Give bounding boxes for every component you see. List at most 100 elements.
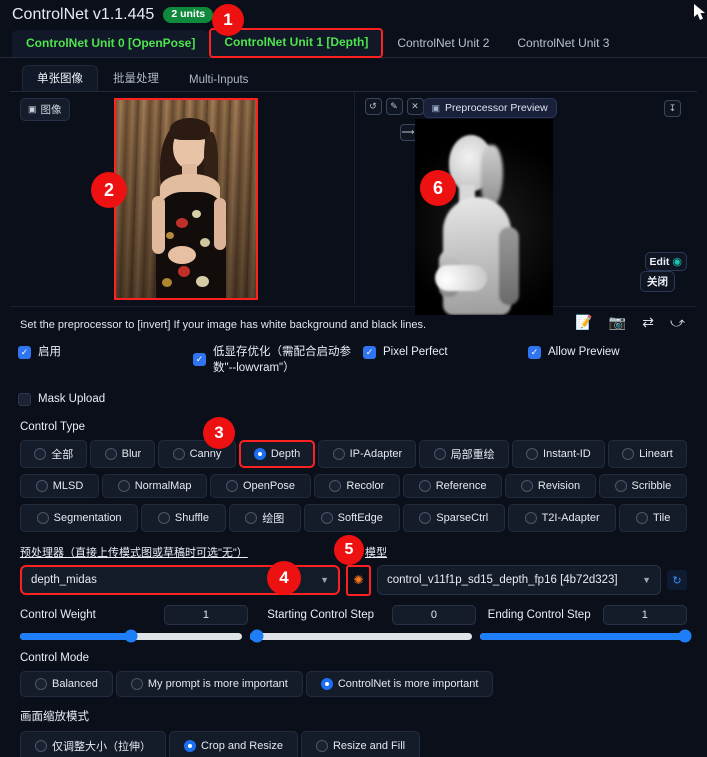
allow-preview-checkbox[interactable]: ✓: [528, 346, 541, 359]
control-type-normalmap-label: NormalMap: [134, 479, 192, 492]
edit-pen-icon: ◉: [672, 256, 682, 268]
tab-multi-inputs[interactable]: Multi-Inputs: [174, 69, 263, 91]
resize-mode-label: 画面缩放模式: [20, 710, 89, 723]
control-type-revision[interactable]: Revision: [505, 473, 596, 498]
mask-upload-checkbox[interactable]: [18, 393, 31, 407]
close-preview-button[interactable]: 关闭: [640, 271, 675, 292]
control-type-lineart[interactable]: Lineart: [607, 439, 688, 468]
tab-single-image[interactable]: 单张图像: [22, 65, 98, 91]
input-image-pane: ▣ 图像: [10, 92, 354, 304]
units-badge: 2 units: [163, 7, 214, 23]
control-type-mlsd[interactable]: MLSD: [20, 473, 99, 498]
control-type-shuffle-label: Shuffle: [174, 511, 209, 524]
control-type-normalmap[interactable]: NormalMap: [101, 473, 208, 498]
control-type-inpaint[interactable]: 局部重绘: [419, 439, 509, 468]
camera-icon[interactable]: 📷: [609, 314, 626, 331]
control-mode-controlnet[interactable]: ControlNet is more important: [305, 670, 494, 697]
ending-control-step-value[interactable]: 1: [602, 604, 688, 625]
control-weight-value[interactable]: 1: [163, 604, 249, 625]
tab-batch[interactable]: 批量处理: [98, 65, 174, 91]
annotation-badge-2-label: 2: [103, 179, 114, 200]
control-type-shuffle[interactable]: Shuffle: [141, 503, 226, 532]
pixel-perfect-checkbox[interactable]: ✓: [363, 346, 376, 359]
radio-icon: [172, 447, 185, 460]
control-type-recolor[interactable]: Recolor: [313, 473, 400, 498]
control-type-scribble[interactable]: Scribble: [598, 473, 687, 498]
resize-mode-crop-and-resize[interactable]: Crop and Resize: [169, 730, 298, 757]
radio-icon: [419, 511, 432, 524]
control-mode-my-prompt-label: My prompt is more important: [147, 677, 288, 690]
control-type-depth-label: Depth: [270, 447, 301, 460]
checkbox-enable[interactable]: ✓ 启用: [10, 345, 193, 361]
resize-mode-options: 仅调整大小（拉伸） Crop and Resize Resize and Fil…: [10, 730, 697, 757]
control-type-all[interactable]: 全部: [20, 439, 88, 468]
mask-upload-label: Mask Upload: [38, 393, 106, 406]
tab-controlnet-unit-2[interactable]: ControlNet Unit 2: [383, 30, 503, 57]
control-type-all-label: 全部: [51, 448, 74, 461]
run-preprocessor-button[interactable]: ✺: [346, 564, 371, 596]
control-type-sketch[interactable]: 绘图: [228, 503, 301, 532]
model-value: control_v11f1p_sd15_depth_fp16 [4b72d323…: [387, 574, 618, 587]
checkbox-mask-upload[interactable]: Mask Upload: [10, 392, 697, 408]
tab-controlnet-unit-0[interactable]: ControlNet Unit 0 [OpenPose]: [12, 29, 210, 57]
eraser-icon[interactable]: ✎: [385, 98, 403, 115]
resize-mode-resize-and-fill[interactable]: Resize and Fill: [300, 730, 421, 757]
undo-icon[interactable]: ↺: [364, 98, 382, 115]
enable-checkbox[interactable]: ✓: [18, 346, 31, 359]
control-type-reference[interactable]: Reference: [403, 473, 503, 498]
annotation-badge-2: 2: [91, 172, 127, 208]
hint-row: Set the preprocessor to [invert] If your…: [10, 306, 697, 331]
tab-controlnet-unit-3[interactable]: ControlNet Unit 3: [503, 30, 623, 57]
send-icon[interactable]: ⤻: [670, 314, 685, 331]
chevron-down-icon: ▼: [642, 575, 651, 586]
starting-control-step-label: Starting Control Step: [267, 608, 375, 621]
control-mode-balanced-label: Balanced: [52, 677, 98, 690]
unit-tabs: ControlNet Unit 0 [OpenPose] ControlNet …: [0, 27, 707, 58]
control-type-tile[interactable]: Tile: [619, 503, 688, 532]
control-type-sketch-label: 绘图: [262, 512, 285, 525]
input-image[interactable]: [114, 98, 258, 300]
refresh-models-button[interactable]: ↻: [667, 570, 687, 591]
control-mode-my-prompt[interactable]: My prompt is more important: [115, 670, 303, 697]
preprocessor-preview-pane: ↺ ✎ ✕ ⟶ ▣ Preprocessor Preview ↧ Edit ◉ …: [353, 92, 698, 315]
control-type-reference-label: Reference: [435, 479, 487, 492]
download-icon[interactable]: ↧: [664, 100, 681, 117]
model-dropdown[interactable]: control_v11f1p_sd15_depth_fp16 [4b72d323…: [377, 565, 661, 596]
control-mode-label: Control Mode: [20, 651, 90, 664]
starting-control-step-value[interactable]: 0: [391, 604, 477, 625]
edit-note-icon[interactable]: 📝: [575, 314, 592, 331]
edit-button[interactable]: Edit ◉: [644, 252, 687, 271]
control-type-t2i-adapter[interactable]: T2I-Adapter: [507, 503, 617, 532]
preprocessor-preview-label: Preprocessor Preview: [445, 102, 548, 114]
control-type-openpose[interactable]: OpenPose: [210, 473, 311, 498]
close-icon[interactable]: ✕: [406, 98, 424, 115]
control-weight-slider[interactable]: [20, 629, 242, 643]
control-type-blur[interactable]: Blur: [90, 439, 156, 468]
control-type-softedge[interactable]: SoftEdge: [303, 503, 400, 532]
preprocessor-preview-chip: ▣ Preprocessor Preview: [422, 98, 557, 118]
control-type-segmentation[interactable]: Segmentation: [20, 503, 139, 532]
control-type-openpose-label: OpenPose: [242, 479, 295, 492]
low-vram-checkbox[interactable]: ✓: [193, 353, 206, 366]
checkbox-pixel-perfect[interactable]: ✓ Pixel Perfect: [363, 345, 528, 361]
checkbox-allow-preview[interactable]: ✓ Allow Preview: [528, 345, 620, 361]
ending-control-step-slider[interactable]: [480, 629, 692, 643]
checkbox-low-vram[interactable]: ✓ 低显存优化（需配合启动参数"--lowvram"）: [193, 345, 363, 376]
control-type-tile-label: Tile: [653, 511, 671, 524]
control-type-sparsectrl[interactable]: SparseCtrl: [402, 503, 505, 532]
control-type-instant-id[interactable]: Instant-ID: [511, 439, 605, 468]
depth-map-image[interactable]: [414, 119, 553, 315]
radio-icon: [184, 739, 196, 752]
swap-icon[interactable]: ⇄: [642, 314, 654, 331]
enable-label: 启用: [38, 346, 61, 358]
control-mode-balanced[interactable]: Balanced: [20, 670, 113, 697]
control-type-depth[interactable]: Depth: [238, 439, 316, 468]
starting-control-step-slider[interactable]: [250, 629, 472, 643]
control-type-ip-adapter[interactable]: IP-Adapter: [318, 439, 417, 468]
radio-icon: [524, 511, 537, 524]
control-type-row-3: Segmentation Shuffle 绘图 SoftEdge SparseC…: [10, 503, 697, 532]
image-upload-tab[interactable]: ▣ 图像: [20, 98, 70, 121]
resize-mode-just-resize[interactable]: 仅调整大小（拉伸）: [20, 730, 166, 757]
radio-icon: [526, 447, 539, 460]
pixel-perfect-label: Pixel Perfect: [383, 346, 448, 358]
